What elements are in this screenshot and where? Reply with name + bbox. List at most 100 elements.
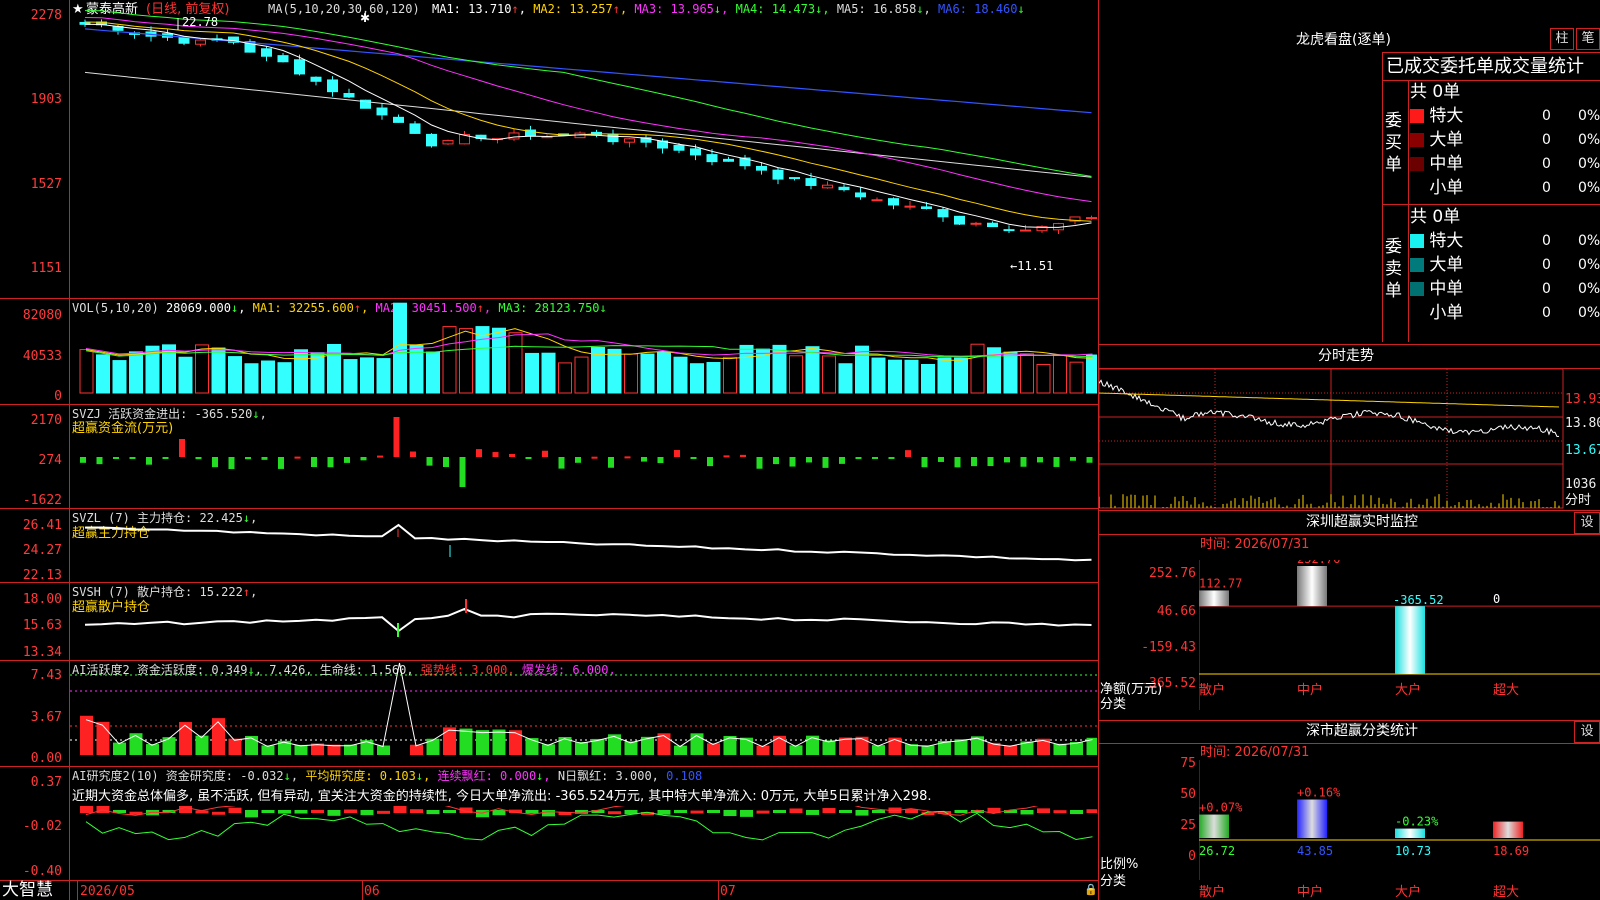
svzl-chart[interactable] (70, 509, 1097, 582)
research-bar (96, 806, 110, 813)
volume-bar (822, 355, 836, 394)
research-bar (327, 810, 341, 816)
cls-value-label: 10.73 (1395, 844, 1431, 858)
sz-monitor-chart[interactable]: 112.77 散户 252.76 中户 -365.52 大户 0 超大 (1199, 560, 1600, 715)
ai-act-chart[interactable] (70, 661, 1097, 766)
activity-bar (179, 722, 192, 755)
volume-bar (426, 351, 440, 394)
flow-bar (476, 449, 482, 457)
volume-bar (1003, 351, 1018, 394)
sell-orders: 共 0单 特大 大单 中单 小单 0 0% 0 0% 0 0% 0 0% (1410, 205, 1600, 335)
cls-delta-label: +0.16% (1297, 786, 1341, 800)
y-tick-svzl: 22.13 (22, 568, 62, 583)
volume-bar (624, 353, 638, 394)
sz-bar (1395, 606, 1425, 674)
lock-icon[interactable]: 🔒 (1084, 882, 1098, 897)
activity-bar (195, 735, 209, 755)
candle-body (822, 184, 833, 189)
y-tick-ai-act: 7.43 (30, 668, 62, 683)
date-tick-mark (718, 880, 719, 900)
panel-divider (0, 766, 1098, 767)
flow-bar (443, 457, 449, 467)
volume-bar (904, 359, 919, 394)
candle-body (393, 116, 404, 123)
sell-row-m: 中单 (1410, 277, 1463, 301)
flow-bar (96, 457, 103, 465)
ai-res-chart[interactable] (70, 806, 1097, 880)
sell-total: 共 0单 (1410, 207, 1461, 227)
activity-bar (690, 733, 704, 755)
cls-bar (1199, 814, 1229, 838)
flow-bar (674, 450, 680, 457)
bar-mode-button[interactable]: 柱 (1550, 28, 1574, 50)
candlestick-chart[interactable]: 22.78 ✱ ←11.51 (70, 0, 1097, 298)
sz-y-label: 净额(万元) (1100, 682, 1163, 697)
sz-category: 散户 (1199, 682, 1225, 698)
svsh-chart[interactable] (70, 583, 1097, 660)
research-bar (674, 810, 687, 813)
legend-swatch (1410, 282, 1424, 296)
volume-bar (937, 357, 952, 394)
flow-bar (80, 457, 86, 463)
intraday-chart[interactable] (1099, 369, 1564, 509)
flow-bar (1004, 457, 1010, 463)
candle-body (805, 178, 817, 186)
buy-pct: 0% (1578, 108, 1600, 124)
flow-bar (344, 457, 350, 463)
research-bar (311, 809, 324, 813)
event-marker: ✱ (360, 11, 370, 25)
buy-count: 0 (1542, 156, 1551, 172)
cls-y-label: 比例% (1100, 857, 1139, 872)
y-tick-main: 1151 (30, 261, 62, 276)
y-tick-svzj: 274 (38, 453, 62, 468)
y-tick-ai-act: 0.00 (30, 751, 62, 766)
research-bar (492, 810, 506, 816)
research-bar (261, 810, 275, 813)
activity-bar (756, 745, 770, 755)
research-bar (1053, 810, 1067, 814)
candle-body (888, 198, 899, 206)
svzj-chart[interactable] (70, 405, 1097, 508)
sz-bar-label: -365.52 (1393, 593, 1444, 607)
flow-bar (509, 453, 515, 457)
cls-settings-button[interactable]: 设 (1574, 721, 1600, 743)
activity-bar (212, 718, 225, 755)
candle-body (871, 199, 883, 202)
research-bar (426, 810, 440, 815)
sz-bar-label: 252.76 (1297, 560, 1340, 566)
sz-y-tick: 252.76 (1149, 566, 1196, 581)
activity-bar (707, 743, 720, 755)
research-bar (245, 810, 258, 818)
tick-mode-button[interactable]: 笔 (1576, 28, 1600, 50)
activity-bar (459, 728, 473, 755)
research-bar (377, 810, 390, 814)
high-marker: 22.78 (182, 15, 218, 29)
cls-chart[interactable]: +0.07% 26.72 散户 +0.16% 43.85 中户 -0.23% 10.73 大户 1… (1199, 760, 1600, 900)
buy-count: 0 (1542, 108, 1551, 124)
flow-bar (327, 457, 334, 468)
sz-bar (1199, 590, 1229, 607)
sz-category: 大户 (1395, 682, 1421, 698)
sell-row-l: 大单 (1410, 253, 1463, 277)
volume-bar (178, 356, 193, 394)
flow-bar (195, 457, 202, 460)
intraday-price: 13.93 (1565, 392, 1600, 407)
stats-title: 已成交委托单成交量统计 (1386, 56, 1584, 77)
sz-settings-button[interactable]: 设 (1574, 512, 1600, 534)
brand-logo[interactable]: 大智慧 (2, 881, 53, 900)
volume-chart[interactable] (70, 299, 1097, 404)
divider (1099, 743, 1600, 744)
ai-res-comment: 近期大资金总体偏多, 虽不活跃, 但有异动, 宜关注大资金的持续性, 今日大单净… (72, 789, 932, 804)
candle-body (723, 158, 734, 162)
sz-category: 超大 (1493, 683, 1519, 698)
research-bar (443, 810, 456, 813)
volume-bar (1069, 361, 1084, 394)
volume-bar (640, 353, 655, 394)
candle-body (294, 59, 305, 75)
y-tick-svzj: 2170 (30, 413, 62, 428)
activity-bar (509, 730, 522, 755)
flow-bar (641, 457, 647, 462)
research-bar (707, 810, 720, 813)
flow-bar (839, 457, 845, 464)
sell-count: 0 (1542, 233, 1551, 249)
